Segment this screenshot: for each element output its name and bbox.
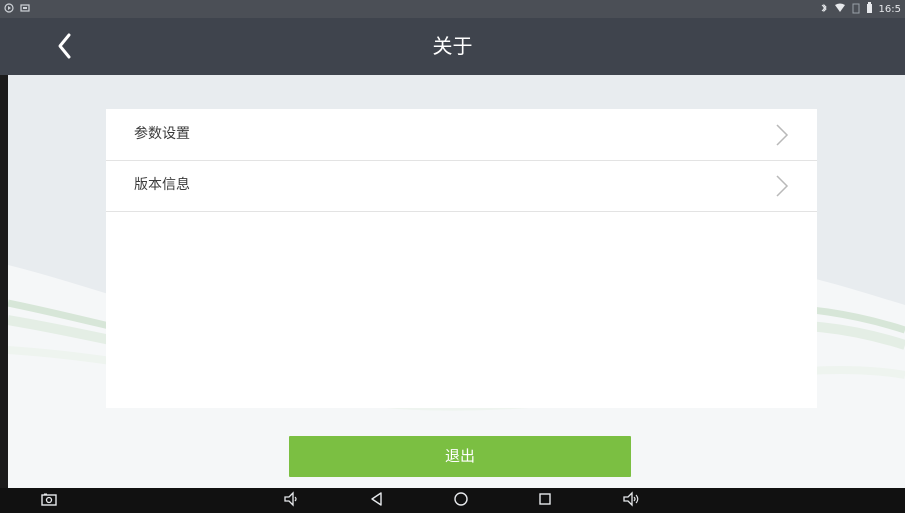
volume-up-icon (622, 491, 640, 511)
back-triangle-icon (369, 491, 385, 511)
recent-apps-icon (537, 491, 553, 511)
chevron-right-icon (775, 174, 789, 198)
image-icon (20, 3, 30, 16)
home-circle-icon (453, 491, 469, 511)
volume-up-button[interactable] (622, 491, 640, 511)
bluetooth-icon (820, 2, 828, 17)
menu-item-label: 参数设置 (134, 126, 190, 142)
status-left-icons (4, 3, 30, 16)
wifi-icon (834, 3, 846, 16)
nav-back-button[interactable] (368, 492, 386, 510)
page-title: 关于 (432, 34, 473, 58)
volume-down-button[interactable] (282, 491, 300, 511)
screenshot-icon (41, 492, 57, 511)
nav-recent-apps-button[interactable] (536, 492, 554, 510)
content-area: 参数设置 版本信息 退出 (8, 75, 905, 488)
logout-button[interactable]: 退出 (289, 436, 631, 477)
app-bar: 关于 (0, 18, 905, 75)
nav-home-button[interactable] (452, 492, 470, 510)
status-bar: 16:5 (0, 0, 905, 18)
chevron-left-icon (55, 32, 75, 64)
status-right-icons: 16:5 (820, 2, 901, 17)
menu-card: 参数设置 版本信息 (106, 109, 817, 408)
sim-icon (852, 3, 860, 17)
status-time: 16:5 (878, 4, 901, 15)
battery-icon (866, 2, 873, 17)
back-button[interactable] (48, 31, 82, 65)
menu-item-label: 版本信息 (134, 177, 190, 193)
chevron-right-icon (775, 123, 789, 147)
menu-item-parameter-settings[interactable]: 参数设置 (106, 109, 817, 161)
app-icon (4, 3, 14, 16)
menu-item-version-info[interactable]: 版本信息 (106, 160, 817, 212)
volume-down-icon (283, 491, 299, 511)
screenshot-button[interactable] (40, 492, 58, 510)
system-navigation-bar (0, 488, 905, 513)
